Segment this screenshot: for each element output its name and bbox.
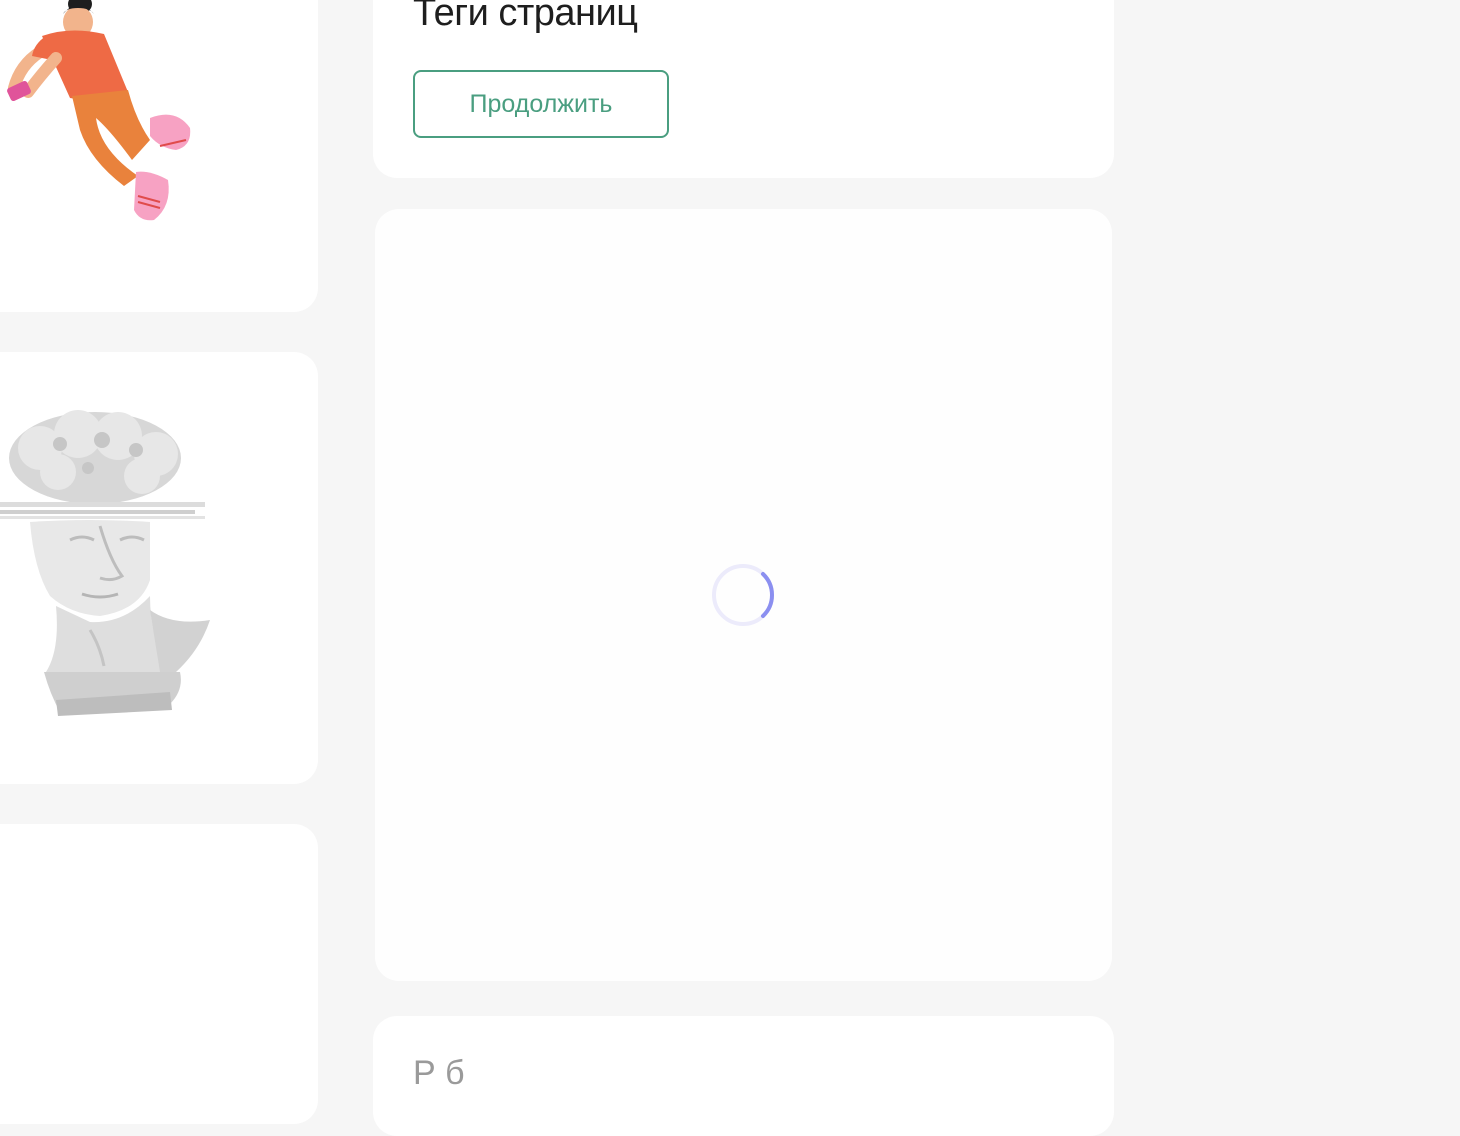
next-section-title: Р б xyxy=(413,1054,465,1092)
continue-button[interactable]: Продолжить xyxy=(413,70,669,138)
next-section-card xyxy=(373,1016,1114,1136)
page-title: Теги страниц xyxy=(413,0,638,34)
person-with-phone-illustration xyxy=(7,0,191,221)
illustration-card-bottom xyxy=(0,824,318,1124)
david-bust-illustration xyxy=(0,410,210,716)
loading-spinner-icon xyxy=(712,564,774,626)
